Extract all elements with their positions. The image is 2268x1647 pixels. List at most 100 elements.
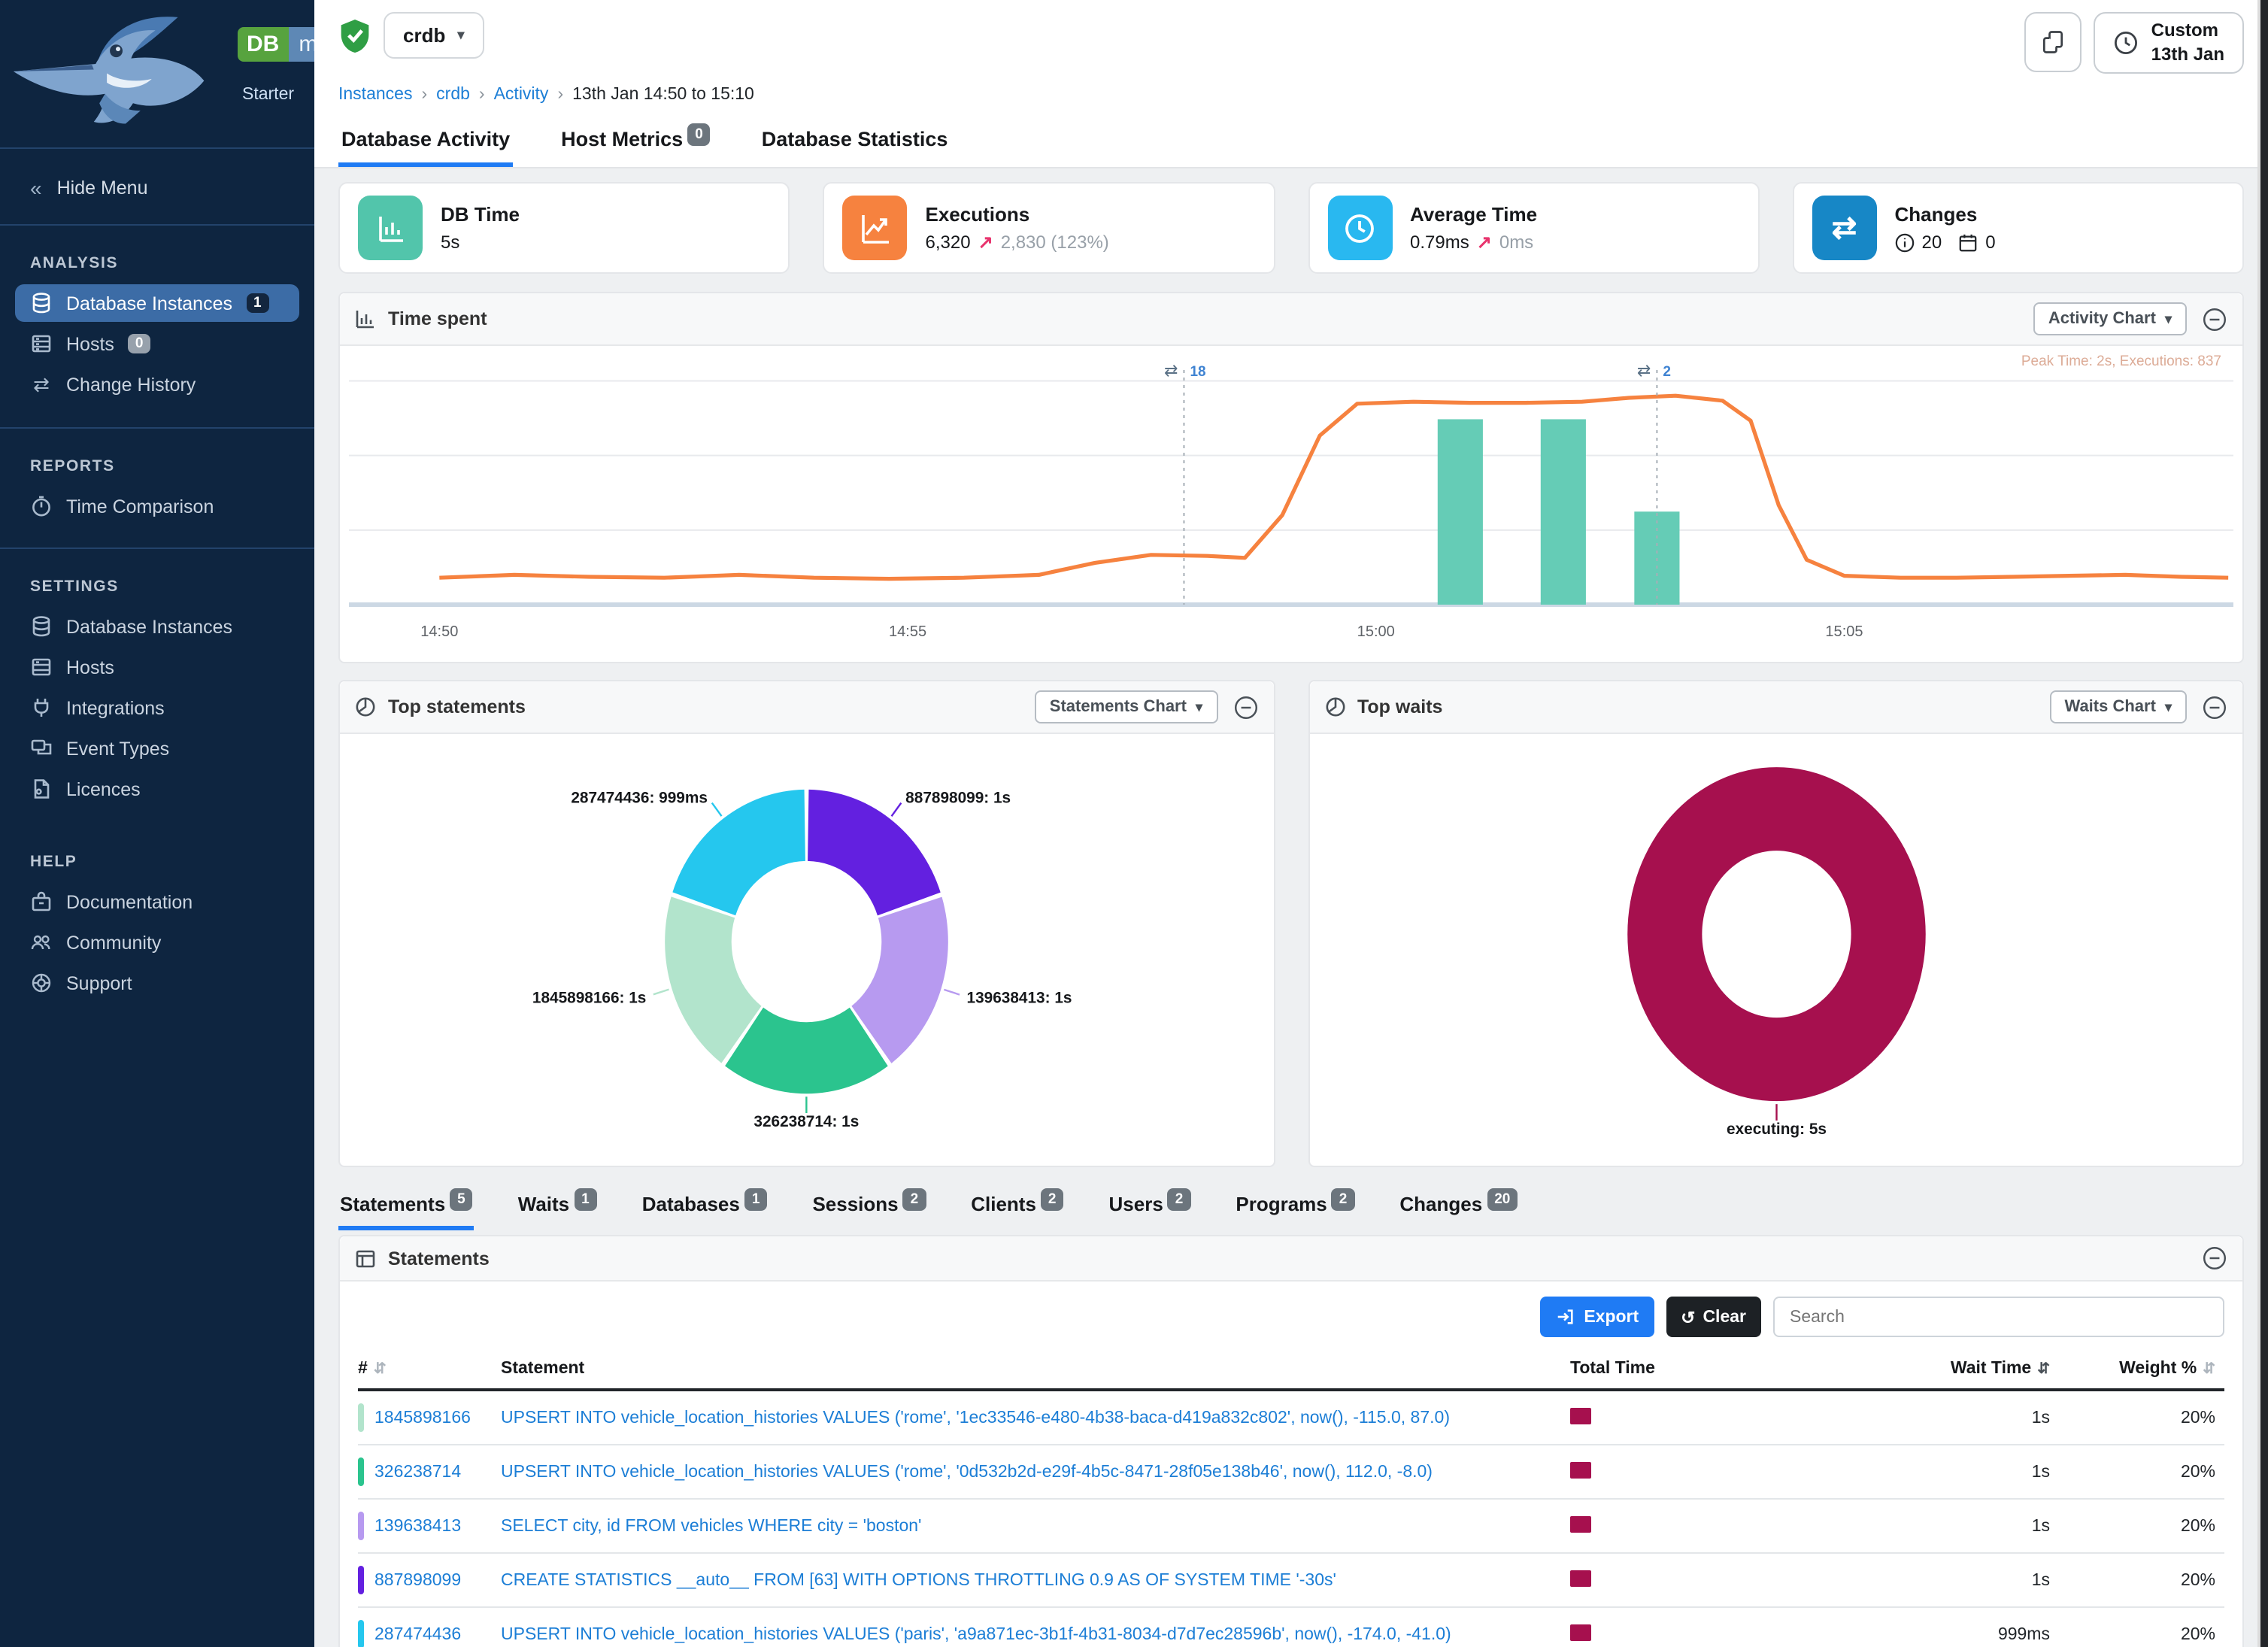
search-input[interactable] bbox=[1773, 1297, 2224, 1337]
time-spent-panel: Time spent Activity Chart▾ Peak Time: 2s… bbox=[338, 292, 2244, 663]
statement-link[interactable]: UPSERT INTO vehicle_location_histories V… bbox=[501, 1409, 1570, 1427]
tab-users[interactable]: Users2 bbox=[1108, 1187, 1193, 1230]
page-header: crdb ▾ Custom 13th Jan bbox=[314, 0, 2268, 168]
statement-link[interactable]: UPSERT INTO vehicle_location_histories V… bbox=[501, 1625, 1570, 1643]
sidebar-item-settings-hosts[interactable]: Hosts bbox=[15, 648, 299, 686]
tab-clients[interactable]: Clients2 bbox=[969, 1187, 1065, 1230]
total-time-bar bbox=[1570, 1515, 1591, 1532]
kpi-title: Changes bbox=[1895, 203, 1996, 226]
scrollbar[interactable] bbox=[2257, 0, 2268, 1647]
svg-text:1845898166: 1s: 1845898166: 1s bbox=[532, 990, 647, 1007]
statement-id-link[interactable]: 1845898166 bbox=[374, 1409, 471, 1427]
svg-text:executing: 5s: executing: 5s bbox=[1726, 1121, 1826, 1138]
svg-text:326238714: 1s: 326238714: 1s bbox=[753, 1113, 859, 1130]
sidebar-item-licences[interactable]: Licences bbox=[15, 770, 299, 808]
clock-icon bbox=[1327, 196, 1392, 260]
bar-chart-icon bbox=[355, 308, 376, 329]
sidebar-item-label: Hosts bbox=[66, 333, 114, 354]
instance-dropdown[interactable]: crdb ▾ bbox=[384, 12, 484, 59]
top-statements-donut: 887898099: 1s139638413: 1s326238714: 1s1… bbox=[340, 734, 1273, 1158]
collapse-panel-button[interactable] bbox=[2202, 1245, 2227, 1271]
breadcrumb-separator: › bbox=[479, 86, 485, 104]
sort-icon[interactable]: ⇵ bbox=[2037, 1361, 2050, 1378]
collapse-panel-button[interactable] bbox=[1233, 694, 1258, 720]
kpi-event-count: 0 bbox=[1985, 232, 1995, 253]
sidebar-item-event-types[interactable]: Event Types bbox=[15, 729, 299, 767]
table-row: 326238714 UPSERT INTO vehicle_location_h… bbox=[358, 1445, 2224, 1500]
divider bbox=[0, 547, 314, 549]
statement-link[interactable]: CREATE STATISTICS __auto__ FROM [63] WIT… bbox=[501, 1571, 1570, 1589]
calendar-icon bbox=[1958, 232, 1978, 252]
tab-waits[interactable]: Waits1 bbox=[517, 1187, 599, 1230]
statement-color-swatch bbox=[358, 1620, 364, 1647]
tab-programs[interactable]: Programs2 bbox=[1234, 1187, 1356, 1230]
tab-statements[interactable]: Statements5 bbox=[338, 1187, 475, 1230]
bar-chart-icon bbox=[358, 196, 423, 260]
sidebar-item-settings-database-instances[interactable]: Database Instances bbox=[15, 608, 299, 645]
collapse-panel-button[interactable] bbox=[2202, 306, 2227, 332]
svg-text:⇄: ⇄ bbox=[1637, 361, 1651, 380]
host-metrics-badge: 0 bbox=[687, 123, 711, 146]
statement-id-link[interactable]: 287474436 bbox=[374, 1625, 461, 1643]
breadcrumb-crdb[interactable]: crdb bbox=[436, 86, 470, 104]
sidebar-item-label: Support bbox=[66, 972, 132, 993]
wait-time-value: 1s bbox=[1833, 1409, 2059, 1427]
sort-icon[interactable]: ⇵ bbox=[374, 1361, 387, 1378]
time-range-button[interactable]: Custom 13th Jan bbox=[2094, 12, 2244, 74]
caret-down-icon: ▾ bbox=[1196, 699, 1202, 715]
top-waits-panel: Top waits Waits Chart▾ executing: 5s bbox=[1308, 680, 2244, 1167]
sidebar-item-community[interactable]: Community bbox=[15, 924, 299, 961]
sidebar-item-database-instances[interactable]: Database Instances 1 bbox=[15, 284, 299, 322]
sidebar-item-hosts[interactable]: Hosts 0 bbox=[15, 325, 299, 362]
kpi-row: DB Time 5s Executions 6,320 ↗ 2,830 (123… bbox=[314, 168, 2268, 287]
section-tabs: Statements5 Waits1 Databases1 Sessions2 … bbox=[314, 1184, 2268, 1230]
sidebar-item-integrations[interactable]: Integrations bbox=[15, 689, 299, 726]
kpi-db-time: DB Time 5s bbox=[338, 182, 790, 274]
kpi-title: Executions bbox=[926, 203, 1109, 226]
breadcrumb-instances[interactable]: Instances bbox=[338, 86, 412, 104]
sort-icon[interactable]: ⇵ bbox=[2203, 1361, 2215, 1378]
tab-database-activity[interactable]: Database Activity bbox=[338, 119, 513, 167]
sidebar-item-label: Change History bbox=[66, 375, 196, 396]
svg-text:15:00: 15:00 bbox=[1357, 623, 1395, 640]
export-button[interactable]: Export bbox=[1540, 1297, 1654, 1337]
sidebar-item-time-comparison[interactable]: Time Comparison bbox=[15, 487, 299, 525]
tab-count-badge: 1 bbox=[574, 1188, 597, 1211]
statement-link[interactable]: SELECT city, id FROM vehicles WHERE city… bbox=[501, 1517, 1570, 1535]
sidebar-item-change-history[interactable]: ⇄ Change History bbox=[15, 365, 299, 405]
statement-link[interactable]: UPSERT INTO vehicle_location_histories V… bbox=[501, 1463, 1570, 1481]
clock-icon bbox=[2114, 30, 2139, 56]
breadcrumb-activity[interactable]: Activity bbox=[494, 86, 549, 104]
marlin-logo-icon bbox=[9, 6, 235, 129]
statement-id-link[interactable]: 326238714 bbox=[374, 1463, 461, 1481]
statement-id-link[interactable]: 887898099 bbox=[374, 1571, 461, 1589]
statement-id-link[interactable]: 139638413 bbox=[374, 1517, 461, 1535]
copy-link-button[interactable] bbox=[2025, 12, 2082, 72]
tab-sessions[interactable]: Sessions2 bbox=[811, 1187, 927, 1230]
statements-chart-selector[interactable]: Statements Chart▾ bbox=[1035, 690, 1217, 723]
collapse-panel-button[interactable] bbox=[2202, 694, 2227, 720]
waits-chart-selector[interactable]: Waits Chart▾ bbox=[2050, 690, 2188, 723]
tab-count-badge: 2 bbox=[903, 1188, 926, 1211]
section-title-help: HELP bbox=[0, 833, 314, 881]
tab-host-metrics[interactable]: Host Metrics0 bbox=[558, 119, 714, 167]
divider bbox=[0, 147, 314, 149]
kpi-executions: Executions 6,320 ↗ 2,830 (123%) bbox=[823, 182, 1275, 274]
section-title-settings: SETTINGS bbox=[0, 558, 314, 606]
total-time-bar bbox=[1570, 1407, 1591, 1424]
hide-menu-button[interactable]: « Hide Menu bbox=[0, 158, 314, 215]
tab-changes[interactable]: Changes20 bbox=[1398, 1187, 1519, 1230]
time-range-type: Custom bbox=[2151, 20, 2224, 43]
sidebar-item-documentation[interactable]: Documentation bbox=[15, 883, 299, 921]
activity-chart-selector[interactable]: Activity Chart▾ bbox=[2033, 302, 2187, 335]
sidebar-item-support[interactable]: Support bbox=[15, 964, 299, 1002]
table-row: 887898099 CREATE STATISTICS __auto__ FRO… bbox=[358, 1554, 2224, 1608]
clear-button[interactable]: ↺ Clear bbox=[1666, 1297, 1761, 1337]
brand-logo: DB marlin Starter bbox=[0, 0, 314, 138]
caret-down-icon: ▾ bbox=[2165, 311, 2172, 327]
tab-database-statistics[interactable]: Database Statistics bbox=[759, 119, 951, 167]
wait-time-value: 1s bbox=[1833, 1571, 2059, 1589]
wait-time-value: 999ms bbox=[1833, 1625, 2059, 1643]
copy-icon bbox=[2040, 29, 2067, 56]
tab-databases[interactable]: Databases1 bbox=[641, 1187, 769, 1230]
